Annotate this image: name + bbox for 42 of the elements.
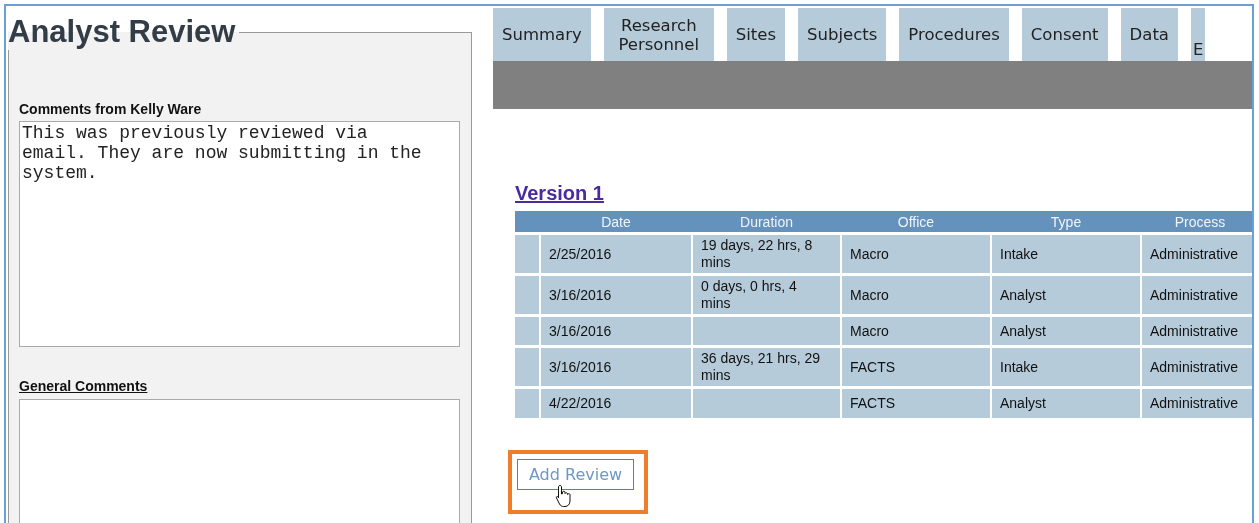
table-cell: Macro (841, 233, 991, 275)
column-header: Office (841, 211, 991, 234)
table-cell: Macro (841, 315, 991, 347)
tab[interactable]: Subjects (798, 8, 887, 61)
version-link[interactable]: Version 1 (515, 182, 604, 205)
hand-cursor-icon (555, 483, 573, 508)
table-cell: 0 days, 0 hrs, 4 mins (692, 274, 841, 316)
table-cell: Administrative (1141, 315, 1252, 347)
table-cell: Administrative (1141, 233, 1252, 275)
table-cell: Administrative (1141, 346, 1252, 388)
table-cell: Macro (841, 274, 991, 316)
column-header: Date (540, 211, 692, 234)
table-cell: FACTS (841, 346, 991, 388)
table-cell: 36 days, 21 hrs, 29 mins (692, 346, 841, 388)
table-cell: 4/22/2016 (540, 387, 692, 419)
table-cell: Analyst (991, 274, 1141, 316)
field-label: General Comments (19, 378, 148, 394)
table-cell: Analyst (991, 315, 1141, 347)
column-header: Process (1141, 211, 1252, 234)
tab[interactable]: Data (1120, 8, 1178, 61)
tab[interactable]: E (1190, 8, 1206, 61)
table-cell: Intake (991, 233, 1141, 275)
panel-title: Analyst Review (7, 14, 237, 50)
column-header: Duration (692, 211, 841, 234)
tab[interactable]: Procedures (899, 8, 1009, 61)
table-cell: Analyst (991, 387, 1141, 419)
table-cell: 2/25/2016 (540, 233, 692, 275)
field-label: Comments from Kelly Ware (19, 101, 202, 117)
table-cell: 3/16/2016 (540, 315, 692, 347)
tab[interactable]: Consent (1021, 8, 1108, 61)
table-cell: 19 days, 22 hrs, 8 mins (692, 233, 841, 275)
table-cell: 3/16/2016 (540, 274, 692, 316)
tab[interactable]: Research Personnel (603, 8, 714, 61)
table-cell: Administrative (1141, 387, 1252, 419)
comments-field[interactable]: This was previously reviewed via email. They are now submitting in the system. (19, 121, 460, 347)
table-cell: FACTS (841, 387, 991, 419)
tab[interactable]: Sites (726, 8, 786, 61)
column-header: Type (991, 211, 1141, 234)
table-cell: 3/16/2016 (540, 346, 692, 388)
table-cell: Intake (991, 346, 1141, 388)
tab[interactable]: Summary (493, 8, 591, 61)
table-cell: Administrative (1141, 274, 1252, 316)
